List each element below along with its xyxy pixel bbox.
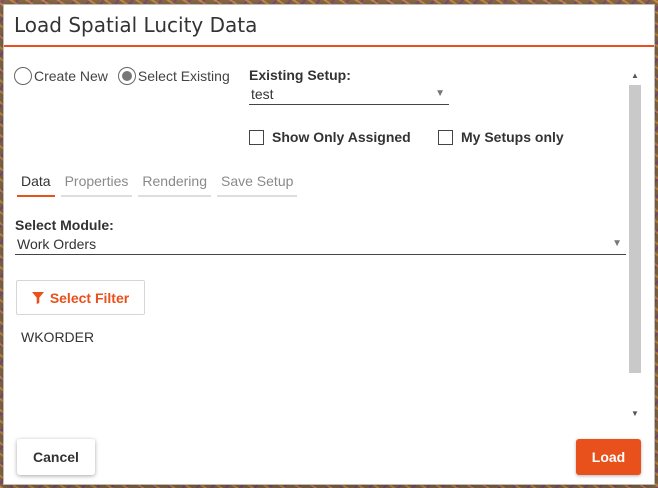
module-select[interactable]: Work Orders ▼: [15, 234, 626, 255]
filter-value-text: WKORDER: [21, 329, 95, 345]
tab-properties[interactable]: Properties: [60, 171, 133, 197]
select-filter-button[interactable]: Select Filter: [16, 280, 145, 315]
load-spatial-dialog: Load Spatial Lucity Data Create New Sele…: [3, 4, 655, 485]
cancel-button[interactable]: Cancel: [17, 439, 95, 475]
existing-setup-select[interactable]: test ▼: [249, 85, 449, 105]
select-filter-label: Select Filter: [49, 289, 130, 306]
select-module-label: Select Module:: [15, 217, 114, 233]
load-button[interactable]: Load: [576, 439, 641, 475]
tab-save-setup[interactable]: Save Setup: [217, 171, 298, 197]
existing-setup-label: Existing Setup:: [249, 67, 351, 83]
dropdown-caret-icon: ▼: [612, 238, 622, 249]
scroll-down-arrow-icon[interactable]: ▼: [628, 407, 642, 421]
create-new-label[interactable]: Create New: [34, 68, 108, 84]
select-existing-label[interactable]: Select Existing: [138, 68, 230, 84]
funnel-icon: [31, 291, 44, 304]
show-only-assigned-checkbox[interactable]: [249, 129, 264, 145]
show-only-assigned-row[interactable]: Show Only Assigned: [249, 129, 411, 145]
vertical-scrollbar[interactable]: ▲ ▼: [628, 69, 642, 421]
dropdown-caret-icon: ▼: [435, 88, 445, 99]
my-setups-only-checkbox[interactable]: [438, 129, 453, 145]
show-only-assigned-label: Show Only Assigned: [272, 129, 411, 145]
dialog-title: Load Spatial Lucity Data: [14, 13, 258, 37]
scroll-up-arrow-icon[interactable]: ▲: [628, 69, 642, 83]
module-value: Work Orders: [17, 236, 97, 252]
select-existing-radio[interactable]: [117, 67, 136, 85]
tab-bar: Data Properties Rendering Save Setup: [17, 171, 303, 197]
dialog-header: Load Spatial Lucity Data: [4, 5, 654, 47]
create-new-radio[interactable]: [14, 67, 32, 85]
tab-data[interactable]: Data: [17, 171, 55, 197]
mode-radio-group: Create New Select Existing: [14, 67, 240, 85]
scrollbar-thumb[interactable]: [629, 85, 641, 373]
my-setups-only-row[interactable]: My Setups only: [438, 129, 564, 145]
tab-rendering[interactable]: Rendering: [138, 171, 211, 197]
existing-setup-value: test: [251, 86, 274, 102]
my-setups-only-label: My Setups only: [461, 129, 564, 145]
